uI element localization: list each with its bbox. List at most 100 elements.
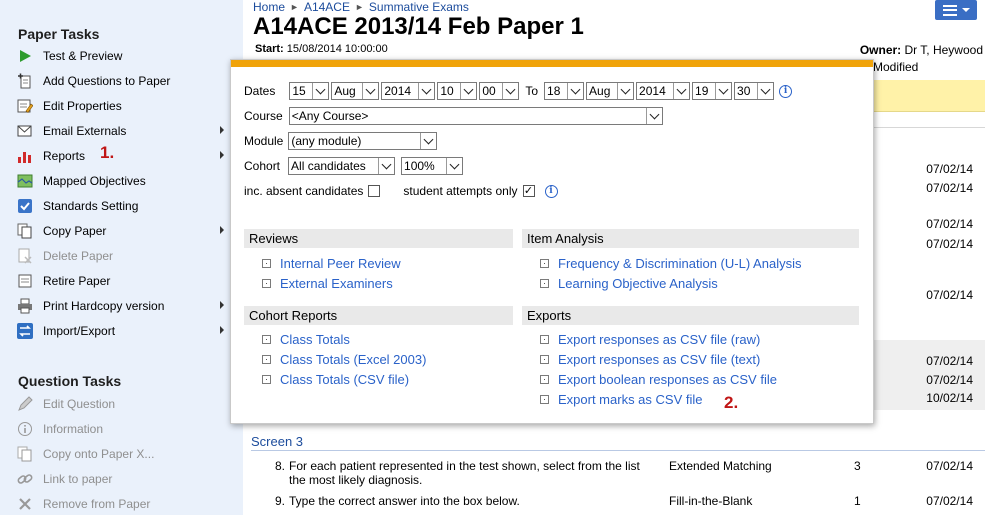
course-select[interactable]: <Any Course> [288, 107, 663, 125]
sidebar-item-label: Delete Paper [43, 249, 114, 263]
submenu-arrow-icon [220, 126, 224, 134]
from-hour-select[interactable]: 10 [437, 82, 478, 100]
play-icon [16, 47, 34, 65]
sidebar-item-remove-from-paper: Remove from Paper [16, 493, 231, 515]
export-responses-raw-link[interactable]: Export responses as CSV file (raw) [540, 332, 760, 347]
class-totals-excel-link[interactable]: Class Totals (Excel 2003) [262, 352, 426, 367]
sidebar-item-label: Standards Setting [43, 199, 139, 213]
sidebar-item-edit-question: Edit Question [16, 393, 231, 415]
row-divider [873, 127, 985, 128]
chevron-down-icon [645, 108, 662, 124]
question-modified: 07/02/14 [926, 494, 973, 508]
question-tasks-heading: Question Tasks [18, 373, 122, 389]
cohort-label: Cohort [244, 159, 281, 173]
sidebar-item-email-externals[interactable]: Email Externals [16, 120, 231, 142]
to-day-select[interactable]: 18 [544, 82, 585, 100]
learning-objective-analysis-link[interactable]: Learning Objective Analysis [540, 276, 718, 291]
frequency-discrimination-link[interactable]: Frequency & Discrimination (U-L) Analysi… [540, 256, 801, 271]
modified-date: 10/02/14 [926, 391, 973, 405]
sidebar-item-reports[interactable]: Reports [16, 145, 231, 167]
sidebar-item-standards-setting[interactable]: Standards Setting [16, 195, 231, 217]
options-row: inc. absent candidates student attempts … [244, 184, 558, 198]
link-label: Class Totals (Excel 2003) [280, 352, 427, 367]
screen-divider [251, 450, 985, 451]
highlight-band [873, 80, 985, 112]
absent-candidates-checkbox[interactable] [368, 185, 381, 197]
breadcrumb-separator-icon: ► [290, 2, 299, 12]
info-icon[interactable]: i [779, 84, 793, 98]
printer-icon [16, 297, 34, 315]
breadcrumb-folder[interactable]: Summative Exams [369, 0, 469, 14]
link-label: Export responses as CSV file (text) [558, 352, 761, 367]
page-title: A14ACE 2013/14 Feb Paper 1 [253, 13, 584, 40]
hamburger-menu-button[interactable] [935, 0, 977, 20]
chevron-down-icon [378, 158, 395, 174]
sidebar-item-copy-onto-paper: Copy onto Paper X... [16, 443, 231, 465]
sidebar-item-mapped-objectives[interactable]: Mapped Objectives [16, 170, 231, 192]
question-type: Extended Matching [669, 459, 772, 473]
class-totals-link[interactable]: Class Totals [262, 332, 350, 347]
modified-date: 07/02/14 [926, 288, 973, 302]
sidebar-item-label: Edit Question [43, 397, 116, 411]
to-year-select[interactable]: 2014 [636, 82, 691, 100]
retire-icon [16, 272, 34, 290]
paper-tasks-heading: Paper Tasks [18, 26, 100, 42]
copy-icon [16, 222, 34, 240]
to-month-select[interactable]: Aug [586, 82, 635, 100]
chevron-down-icon [617, 83, 634, 99]
sidebar-item-add-questions[interactable]: Add Questions to Paper [16, 70, 231, 92]
submenu-arrow-icon [220, 301, 224, 309]
question-modified: 07/02/14 [926, 459, 973, 473]
export-responses-text-link[interactable]: Export responses as CSV file (text) [540, 352, 760, 367]
item-analysis-section-heading: Item Analysis [522, 229, 859, 248]
breadcrumb-home[interactable]: Home [253, 0, 285, 14]
info-icon[interactable]: i [544, 184, 558, 198]
link-label: Export marks as CSV file [558, 392, 703, 407]
chevron-down-icon [460, 83, 477, 99]
to-minute-value: 30 [737, 84, 751, 98]
popup-accent-bar [231, 60, 873, 67]
sidebar-item-test-preview[interactable]: Test & Preview [16, 45, 231, 67]
student-attempts-checkbox[interactable]: ✓ [522, 185, 535, 197]
sidebar-item-import-export[interactable]: Import/Export [16, 320, 231, 342]
to-minute-select[interactable]: 30 [734, 82, 775, 100]
sidebar-item-retire-paper[interactable]: Retire Paper [16, 270, 231, 292]
cohort-select[interactable]: All candidates [288, 157, 396, 175]
screen-3-heading: Screen 3 [251, 434, 304, 449]
breadcrumb-module[interactable]: A14ACE [304, 0, 350, 14]
from-year-select[interactable]: 2014 [381, 82, 436, 100]
percent-select[interactable]: 100% [401, 157, 464, 175]
hamburger-icon [942, 4, 957, 16]
sidebar-item-link-to-paper: Link to paper [16, 468, 231, 490]
class-totals-csv-link[interactable]: Class Totals (CSV file) [262, 372, 409, 387]
sidebar-item-label: Retire Paper [43, 274, 111, 288]
sidebar-item-label: Copy onto Paper X... [43, 447, 155, 461]
export-marks-csv-link[interactable]: Export marks as CSV file [540, 392, 703, 407]
to-hour-select[interactable]: 19 [692, 82, 733, 100]
pencil-icon [16, 395, 34, 413]
link-label: Frequency & Discrimination (U-L) Analysi… [558, 256, 802, 271]
sidebar: Paper Tasks Test & Preview Add Questions… [0, 0, 243, 515]
sidebar-item-copy-paper[interactable]: Copy Paper [16, 220, 231, 242]
chevron-down-icon [418, 83, 435, 99]
link-label: Class Totals [280, 332, 350, 347]
from-day-select[interactable]: 15 [289, 82, 330, 100]
external-examiners-link[interactable]: External Examiners [262, 276, 393, 291]
export-boolean-responses-link[interactable]: Export boolean responses as CSV file [540, 372, 777, 387]
bullet-icon [262, 355, 271, 364]
internal-peer-review-link[interactable]: Internal Peer Review [262, 256, 401, 271]
module-value: (any module) [291, 134, 362, 148]
from-month-select[interactable]: Aug [331, 82, 380, 100]
module-select[interactable]: (any module) [288, 132, 438, 150]
sidebar-item-edit-properties[interactable]: Edit Properties [16, 95, 231, 117]
chevron-down-icon [715, 83, 732, 99]
link-label: Internal Peer Review [280, 256, 401, 271]
reviews-section-heading: Reviews [244, 229, 513, 248]
sidebar-item-label: Print Hardcopy version [43, 299, 165, 313]
chevron-down-icon [502, 83, 519, 99]
link-icon [16, 470, 34, 488]
sidebar-item-print-hardcopy[interactable]: Print Hardcopy version [16, 295, 231, 317]
from-minute-select[interactable]: 00 [479, 82, 520, 100]
start-label: Start: [255, 43, 284, 55]
bar-chart-icon [16, 147, 34, 165]
